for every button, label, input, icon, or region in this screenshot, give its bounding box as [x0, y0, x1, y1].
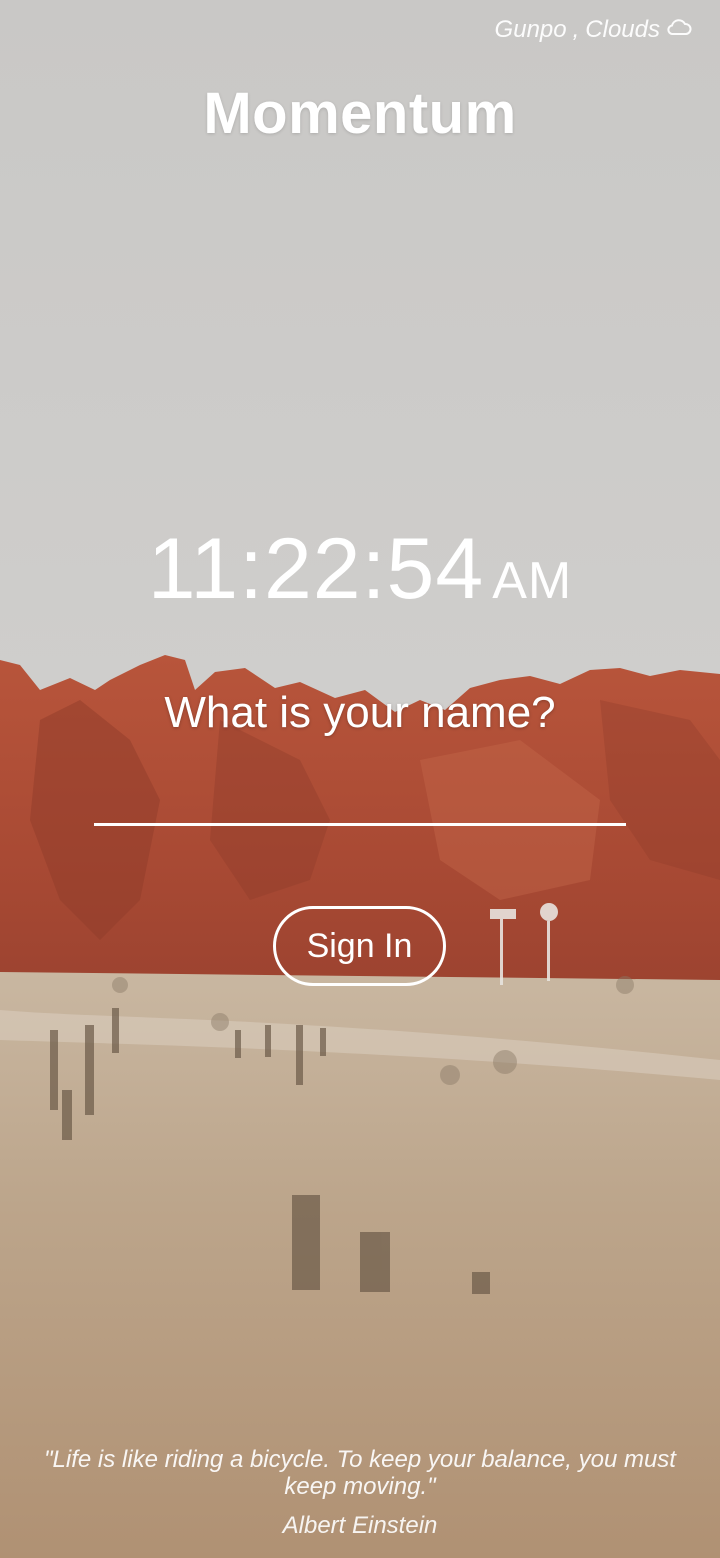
sign-in-button[interactable]: Sign In [273, 906, 446, 986]
cloud-icon [666, 16, 692, 44]
clock-time: 11:22:54 [147, 521, 485, 617]
clock-period: AM [492, 552, 573, 610]
clock: 11:22:54 AM [0, 520, 720, 619]
weather-separator: , [572, 16, 580, 43]
quote-author: Albert Einstein [282, 1512, 438, 1539]
app-title: Momentum [203, 81, 517, 146]
quote-text: "Life is like riding a bicycle. To keep … [44, 1446, 676, 1500]
weather-condition: Clouds [585, 16, 660, 43]
weather-widget: Gunpo, Clouds [495, 16, 692, 44]
weather-location: Gunpo [494, 16, 567, 43]
name-prompt: What is your name? [164, 688, 556, 737]
name-input[interactable] [94, 770, 626, 826]
